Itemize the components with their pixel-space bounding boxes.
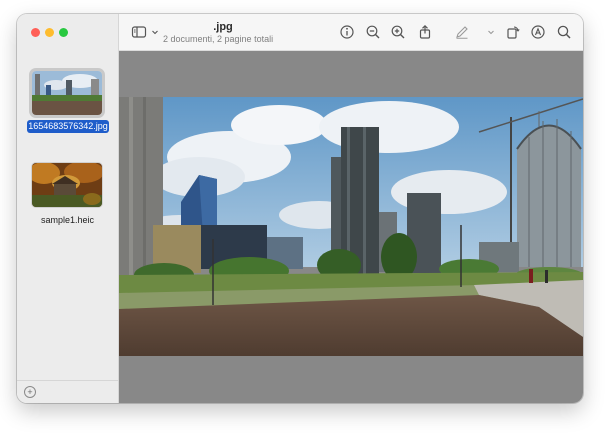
thumbnail-1654683576342[interactable] bbox=[32, 71, 102, 115]
share-icon[interactable] bbox=[417, 24, 433, 40]
preview-window: 1654683576342.jpg sample1.heic + .jpg 2 … bbox=[17, 14, 583, 403]
info-icon[interactable] bbox=[339, 24, 355, 40]
chevron-down-icon[interactable] bbox=[483, 24, 494, 40]
title-block: .jpg 2 documenti, 2 pagine totali bbox=[163, 21, 393, 45]
document-image bbox=[119, 97, 583, 356]
toolbar: .jpg 2 documenti, 2 pagine totali bbox=[119, 14, 583, 51]
thumbnail-label: 1654683576342.jpg bbox=[27, 120, 109, 133]
sidebar-footer: + bbox=[17, 380, 118, 403]
maximize-button[interactable] bbox=[59, 28, 68, 37]
chevron-down-icon[interactable] bbox=[147, 24, 158, 40]
search-icon[interactable] bbox=[556, 24, 572, 40]
sidebar-toggle-icon[interactable] bbox=[131, 24, 147, 40]
annotate-icon[interactable] bbox=[530, 24, 546, 40]
window-title: .jpg bbox=[213, 21, 233, 33]
document-canvas bbox=[119, 51, 583, 403]
window-subtitle: 2 documenti, 2 pagine totali bbox=[163, 34, 274, 44]
close-button[interactable] bbox=[31, 28, 40, 37]
rotate-icon[interactable] bbox=[505, 24, 521, 40]
plus-circle-icon[interactable]: + bbox=[24, 386, 36, 398]
thumbnail-sample1[interactable] bbox=[32, 163, 102, 207]
minimize-button[interactable] bbox=[45, 28, 54, 37]
zoom-in-icon[interactable] bbox=[390, 24, 406, 40]
sidebar: 1654683576342.jpg sample1.heic + bbox=[17, 14, 119, 403]
zoom-out-icon[interactable] bbox=[365, 24, 381, 40]
markup-pen-icon[interactable] bbox=[454, 24, 470, 40]
thumbnail-label: sample1.heic bbox=[40, 215, 95, 225]
